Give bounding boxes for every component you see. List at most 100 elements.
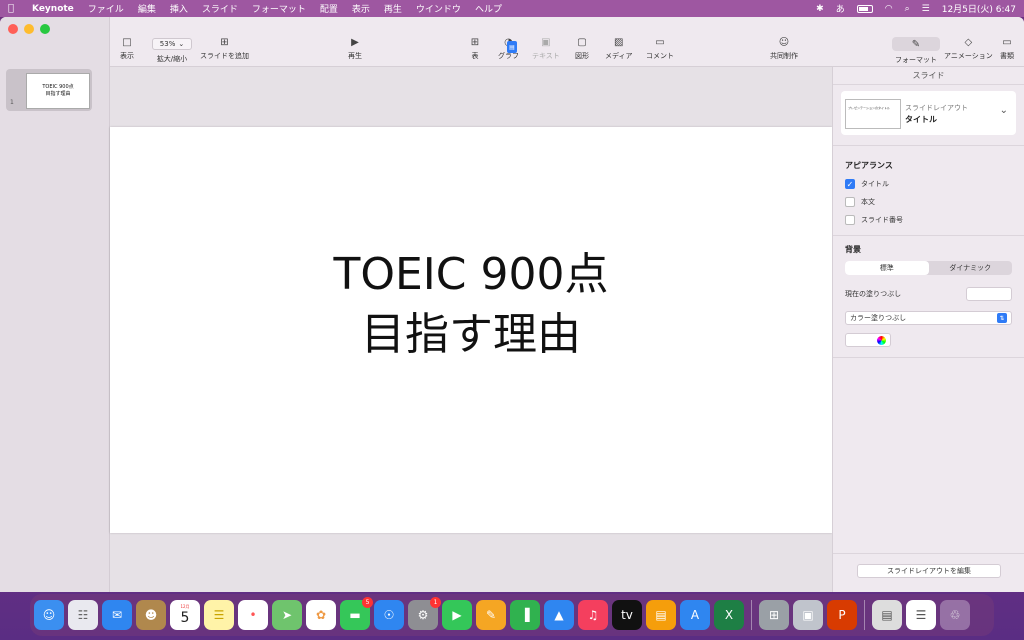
apple-icon[interactable]:  [8,3,22,14]
add-slide-icon: ⊞ [220,36,229,48]
zoom-dropdown[interactable]: 53% ⌄ [152,38,192,50]
menu-edit[interactable]: 編集 [138,2,156,15]
window-controls [8,24,50,34]
mail-icon[interactable]: ✉ [102,600,132,630]
control-center-icon[interactable]: ☰ [922,4,930,14]
excel-icon[interactable]: X [714,600,744,630]
collaborate-button[interactable]: ☺ 共同制作 [770,37,798,61]
apple-tv-icon[interactable]: tv [612,600,642,630]
trash-icon[interactable]: ♲ [940,600,970,630]
comment-button[interactable]: ▭ コメント [646,37,674,61]
layout-value: タイトル [905,115,937,124]
keynote-icon[interactable]: ▲ [544,600,574,630]
edit-slide-layout-button[interactable]: スライドレイアウトを編集 [857,564,1001,578]
facetime-icon[interactable]: ▶ [442,600,472,630]
slide-number-checkbox[interactable] [845,215,855,225]
title-checkbox[interactable]: ✓ [845,179,855,189]
bluetooth-icon[interactable]: ✱ [816,4,824,14]
menu-play[interactable]: 再生 [384,2,402,15]
notes-icon[interactable]: ☰ [204,600,234,630]
wifi-icon[interactable]: ◠ [885,4,893,14]
chevron-down-icon[interactable]: ⌄ [1000,105,1008,116]
current-fill-swatch[interactable] [966,287,1012,301]
calculator-icon[interactable]: ⊞ [759,600,789,630]
color-well[interactable] [845,333,891,347]
slide-thumbnail-selected[interactable]: 1 TOEIC 900点 目指す理由 [6,69,92,111]
play-button[interactable]: ▶ 再生 [348,37,362,61]
slide-thumbnail[interactable]: TOEIC 900点 目指す理由 [26,73,90,109]
reminders-icon[interactable]: • [238,600,268,630]
maps-icon[interactable]: ➤ [272,600,302,630]
zoom-window-button[interactable] [40,24,50,34]
music-icon[interactable]: ♫ [578,600,608,630]
color-wheel-icon[interactable] [877,336,886,345]
fill-type-value: カラー塗りつぶし [850,314,907,322]
photos-icon[interactable]: ✿ [306,600,336,630]
settings-icon[interactable]: ⚙ 1 [408,597,441,630]
add-slide-button[interactable]: ⊞ スライドを追加 [200,37,249,61]
seg-dynamic[interactable]: ダイナミック [929,261,1013,275]
contacts-icon[interactable]: ☻ [136,600,166,630]
menu-clock[interactable]: 12月5日(火) 6:47 [942,2,1016,15]
animate-label: アニメーション [944,52,993,60]
input-method-icon[interactable]: あ [836,2,845,15]
messages-icon[interactable]: ▬ 5 [340,597,373,630]
menu-slide[interactable]: スライド [202,2,238,15]
format-button[interactable]: ✎ フォーマット [892,37,940,65]
close-button[interactable] [8,24,18,34]
books-icon[interactable]: ▤ [646,600,676,630]
view-button[interactable]: □ 表示 [120,37,134,61]
battery-icon[interactable] [856,4,873,13]
numbers-icon[interactable]: ▐ [510,600,540,630]
document-button[interactable]: ▭ 書類 [1000,37,1014,61]
layout-label: スライドレイアウト [905,104,968,112]
calendar-icon[interactable]: 12月 5 [170,600,200,630]
menu-format[interactable]: フォーマット [252,2,306,15]
zoom-value: 53% [159,40,176,48]
menu-window[interactable]: ウインドウ [416,2,461,15]
layout-thumbnail: プレゼンテーションのタイトル [845,99,901,129]
menu-arrange[interactable]: 配置 [320,2,338,15]
menu-help[interactable]: ヘルプ [475,2,502,15]
shape-button[interactable]: ▢ 図形 [575,37,589,61]
menu-insert[interactable]: 挿入 [170,2,188,15]
launchpad-icon[interactable]: ☷ [68,600,98,630]
menu-app-name[interactable]: Keynote [32,4,74,14]
pages-icon[interactable]: ✎ [476,600,506,630]
seg-standard[interactable]: 標準 [845,261,929,275]
body-checkbox-row[interactable]: 本文 [845,197,1024,207]
app-store-icon[interactable]: A [680,600,710,630]
slide-title[interactable]: TOEIC 900点 目指す理由 [334,245,609,365]
add-slide-label: スライドを追加 [200,52,249,60]
table-button[interactable]: ⊞ 表 [468,37,482,61]
title-checkbox-row[interactable]: ✓ タイトル [845,179,1024,189]
downloads-folder-icon[interactable]: ▤ [872,600,902,630]
slide-canvas[interactable]: TOEIC 900点 目指す理由 [110,127,832,533]
body-checkbox[interactable] [845,197,855,207]
powerpoint-icon[interactable]: P [827,600,857,630]
search-icon[interactable]: ⌕ [905,4,910,14]
view-label: 表示 [120,52,134,60]
text-button[interactable]: ▣ テキスト [532,37,560,61]
menu-file[interactable]: ファイル [88,2,124,15]
slide-canvas-area[interactable]: TOEIC 900点 目指す理由 [110,67,832,592]
documents-stack-icon[interactable]: ☰ [906,600,936,630]
finder-icon[interactable]: ☺ [34,600,64,630]
slide-layout-picker[interactable]: プレゼンテーションのタイトル スライドレイアウト タイトル ⌄ [841,91,1016,135]
collab-label: 共同制作 [770,52,798,60]
fill-type-select[interactable]: カラー塗りつぶし ⇅ [845,311,1012,325]
animate-button[interactable]: ◇ アニメーション [944,37,993,61]
slide-number-checkbox-row[interactable]: スライド番号 [845,215,1024,225]
zoom-control[interactable]: 53% ⌄ 拡大/縮小 [152,38,192,64]
media-button[interactable]: ▨ メディア [605,37,633,61]
menu-view[interactable]: 表示 [352,2,370,15]
slide-title-line1: TOEIC 900点 [333,249,609,300]
background-mode-segmented[interactable]: 標準 ダイナミック [845,261,1012,275]
slide-thumbnail-line2: 目指す理由 [45,91,71,97]
dock-separator [864,600,865,630]
safari-icon[interactable]: ☉ [374,600,404,630]
slide-title-line2: 目指す理由 [360,309,581,360]
preview-icon[interactable]: ▣ [793,600,823,630]
minimize-button[interactable] [24,24,34,34]
slide-navigator: 1 TOEIC 900点 目指す理由 [0,17,110,592]
